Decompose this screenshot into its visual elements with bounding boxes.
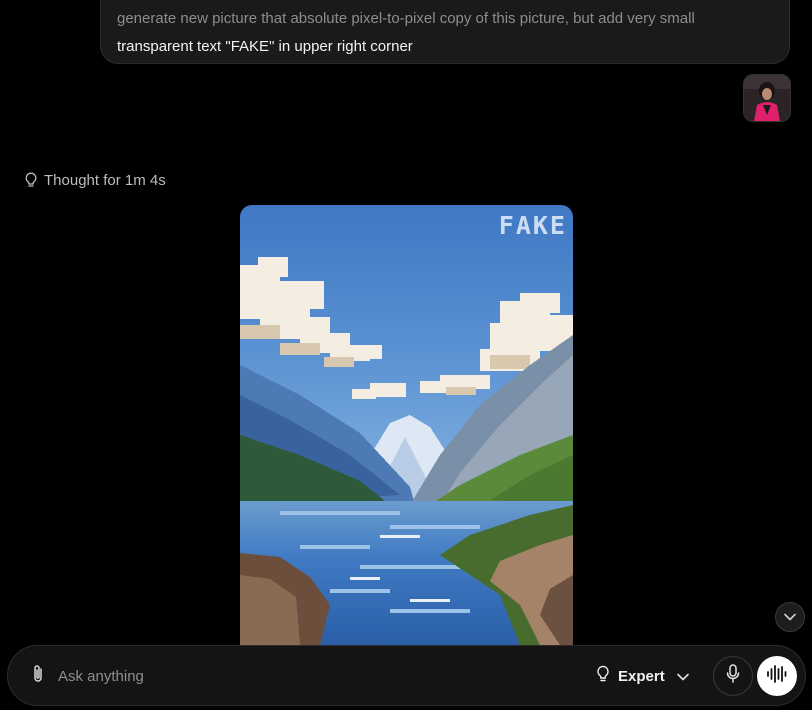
paperclip-icon (31, 664, 45, 689)
attach-button[interactable] (26, 664, 50, 688)
thought-duration[interactable]: Thought for 1m 4s (24, 170, 166, 190)
user-avatar[interactable] (743, 74, 791, 122)
lightbulb-icon (596, 665, 610, 687)
user-message-line-1: generate new picture that absolute pixel… (117, 10, 695, 27)
chevron-down-icon (676, 668, 689, 685)
fake-overlay-text: FAKE (498, 211, 567, 240)
ask-input[interactable] (58, 662, 418, 690)
thought-label: Thought for 1m 4s (44, 171, 166, 189)
lightbulb-icon (24, 172, 38, 188)
generated-image[interactable]: FAKE (240, 205, 573, 645)
composer: Expert (7, 645, 806, 706)
user-message-bubble: generate new picture that absolute pixel… (100, 0, 790, 64)
chevron-down-icon (784, 608, 796, 626)
microphone-button[interactable] (713, 656, 753, 696)
mode-label: Expert (618, 667, 665, 685)
scroll-down-button[interactable] (775, 602, 805, 632)
microphone-icon (726, 663, 740, 689)
waveform-icon (766, 664, 788, 689)
user-message-line-2: transparent text "FAKE" in upper right c… (117, 38, 413, 55)
mode-selector[interactable]: Expert (596, 661, 689, 691)
chat-page: generate new picture that absolute pixel… (0, 0, 812, 710)
voice-mode-button[interactable] (757, 656, 797, 696)
